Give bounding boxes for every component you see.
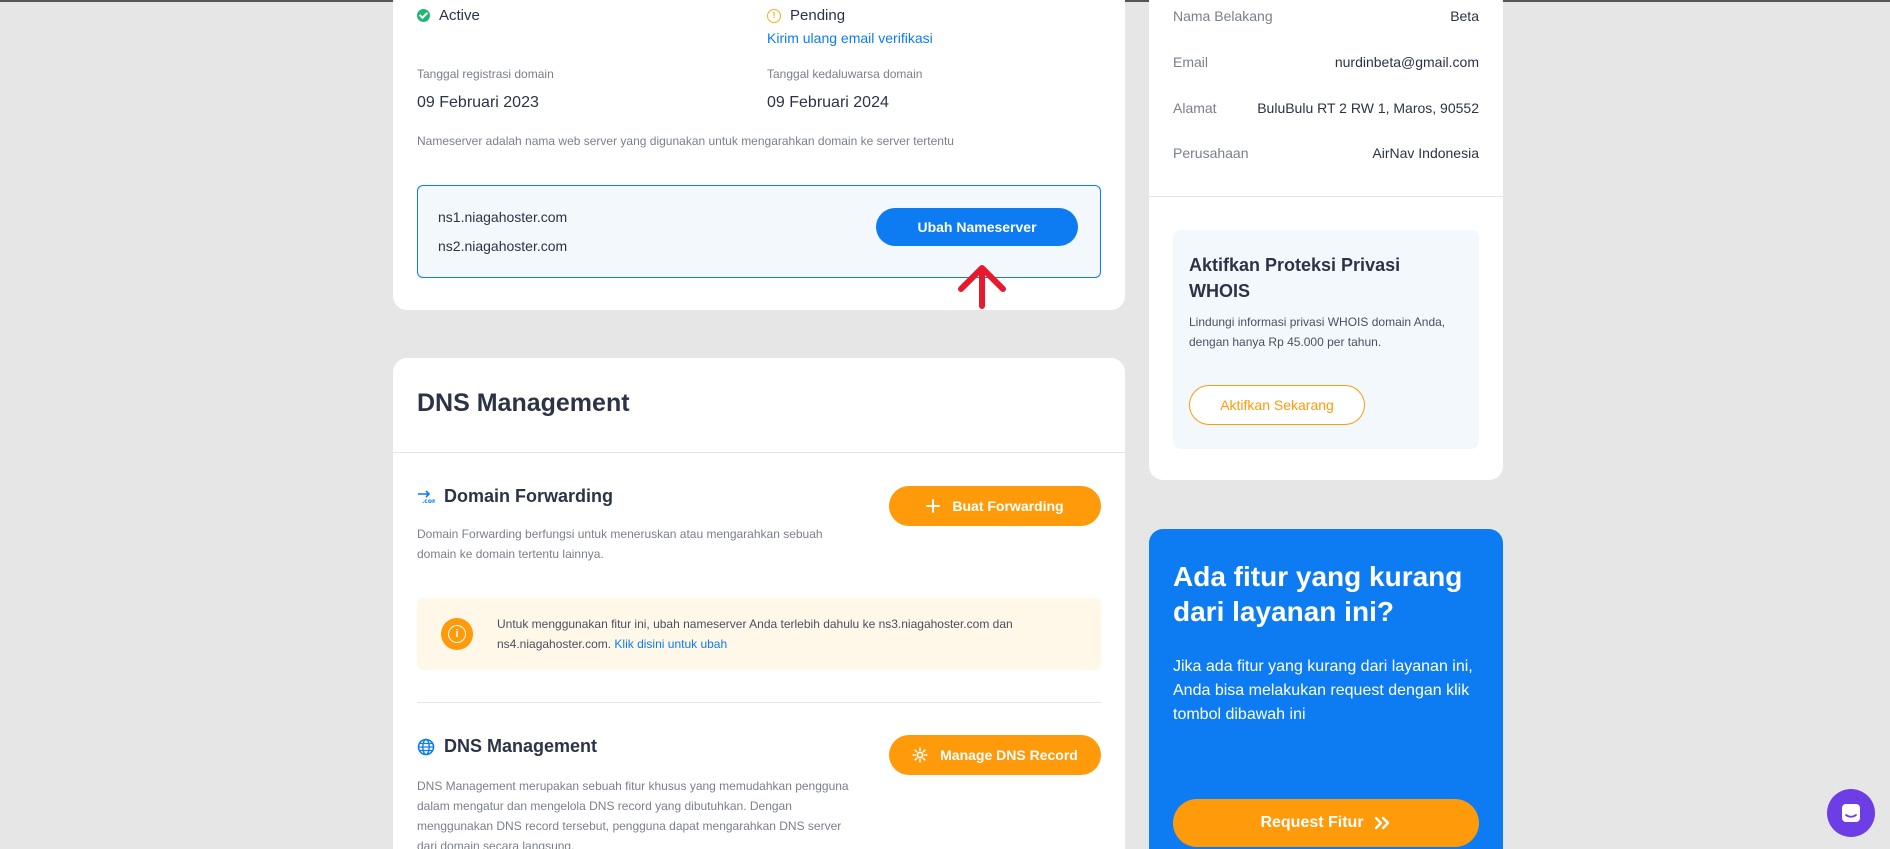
manage-dns-record-label: Manage DNS Record <box>940 747 1078 763</box>
up-arrow-annotation <box>958 265 1006 309</box>
contact-key: Alamat <box>1173 100 1217 116</box>
forwarding-icon: .com <box>418 489 435 504</box>
contact-row-last-name: Nama Belakang Beta <box>1173 8 1479 24</box>
manage-dns-record-button[interactable]: Manage DNS Record <box>889 735 1101 775</box>
domain-status-label: Active <box>439 7 480 24</box>
contact-key: Email <box>1173 54 1209 70</box>
domain-status: Active <box>417 7 480 24</box>
request-feature-button[interactable]: Request Fitur <box>1173 799 1479 847</box>
plus-icon <box>926 499 941 513</box>
check-circle-icon <box>417 9 430 22</box>
domain-forwarding-description: Domain Forwarding berfungsi untuk meneru… <box>417 527 823 561</box>
dns-card-title: DNS Management <box>417 389 630 417</box>
whois-privacy-promo: Aktifkan Proteksi Privasi WHOIS Lindungi… <box>1173 230 1479 449</box>
contact-row-address: Alamat BuluBulu RT 2 RW 1, Maros, 90552 <box>1173 100 1479 116</box>
change-nameserver-button[interactable]: Ubah Nameserver <box>876 208 1078 246</box>
feature-request-title: Ada fitur yang kurang dari layanan ini? <box>1173 561 1463 627</box>
dns-management-heading: DNS Management <box>417 736 597 757</box>
registration-date: 09 Februari 2023 <box>417 94 539 111</box>
contact-key: Nama Belakang <box>1173 8 1273 24</box>
info-text: Untuk menggunakan fitur ini, ubah namese… <box>497 614 1057 654</box>
warning-circle-icon: ! <box>767 8 781 23</box>
domain-forwarding-heading: .com Domain Forwarding <box>417 486 613 507</box>
dns-management-description: DNS Management merupakan sebuah fitur kh… <box>417 779 849 849</box>
contact-value: Beta <box>1450 8 1479 24</box>
contact-divider <box>1149 196 1503 197</box>
section-divider <box>417 702 1101 703</box>
contact-row-email: Email nurdinbeta@gmail.com <box>1173 54 1479 70</box>
feature-request-card: Ada fitur yang kurang dari layanan ini? … <box>1149 529 1503 849</box>
contact-value: nurdinbeta@gmail.com <box>1334 54 1479 70</box>
nameserver-note: Nameserver adalah nama web server yang d… <box>417 134 954 148</box>
contact-value: AirNav Indonesia <box>1372 145 1479 161</box>
contact-key: Perusahaan <box>1173 145 1249 161</box>
domain-forwarding-title: Domain Forwarding <box>444 486 614 506</box>
request-feature-label: Request Fitur <box>1260 814 1364 831</box>
verification-status: ! Pending <box>767 7 845 24</box>
create-forwarding-label: Buat Forwarding <box>952 498 1064 514</box>
dns-management-title: DNS Management <box>444 736 598 756</box>
verification-status-label: Pending <box>790 7 846 24</box>
promo-description: Lindungi informasi privasi WHOIS domain … <box>1189 315 1446 349</box>
change-nameserver-link[interactable]: Klik disini untuk ubah <box>614 637 727 651</box>
chat-icon <box>1842 804 1860 822</box>
registration-date-label: Tanggal registrasi domain <box>417 67 554 81</box>
gear-icon <box>912 747 928 763</box>
info-icon: i <box>441 618 473 650</box>
create-forwarding-button[interactable]: Buat Forwarding <box>889 486 1101 526</box>
contact-value: BuluBulu RT 2 RW 1, Maros, 90552 <box>1257 100 1479 116</box>
nameserver-info-box: i Untuk menggunakan fitur ini, ubah name… <box>417 598 1101 670</box>
feature-request-description: Jika ada fitur yang kurang dari layanan … <box>1173 658 1473 723</box>
chat-launcher-button[interactable] <box>1827 789 1875 837</box>
svg-text:.com: .com <box>422 498 435 504</box>
contact-row-company: Perusahaan AirNav Indonesia <box>1173 145 1479 161</box>
nameserver-1: ns1.niagahoster.com <box>438 209 568 225</box>
header-divider <box>393 452 1125 453</box>
expiry-date-label: Tanggal kedaluwarsa domain <box>767 67 923 81</box>
globe-icon <box>417 738 435 755</box>
domain-info-card: Active ! Pending Kirim ulang email verif… <box>393 0 1125 310</box>
info-message: Untuk menggunakan fitur ini, ubah namese… <box>497 617 1013 651</box>
dns-management-card: DNS Management .com Domain Forwarding Do… <box>393 358 1125 849</box>
contact-info-card: Nama Belakang Beta Email nurdinbeta@gmai… <box>1149 0 1503 480</box>
activate-now-button[interactable]: Aktifkan Sekarang <box>1189 385 1365 425</box>
expiry-date: 09 Februari 2024 <box>767 94 889 111</box>
resend-verification-link[interactable]: Kirim ulang email verifikasi <box>767 30 933 46</box>
promo-title: Aktifkan Proteksi Privasi WHOIS <box>1189 255 1401 301</box>
double-chevron-right-icon <box>1374 816 1389 830</box>
nameserver-2: ns2.niagahoster.com <box>438 238 568 254</box>
